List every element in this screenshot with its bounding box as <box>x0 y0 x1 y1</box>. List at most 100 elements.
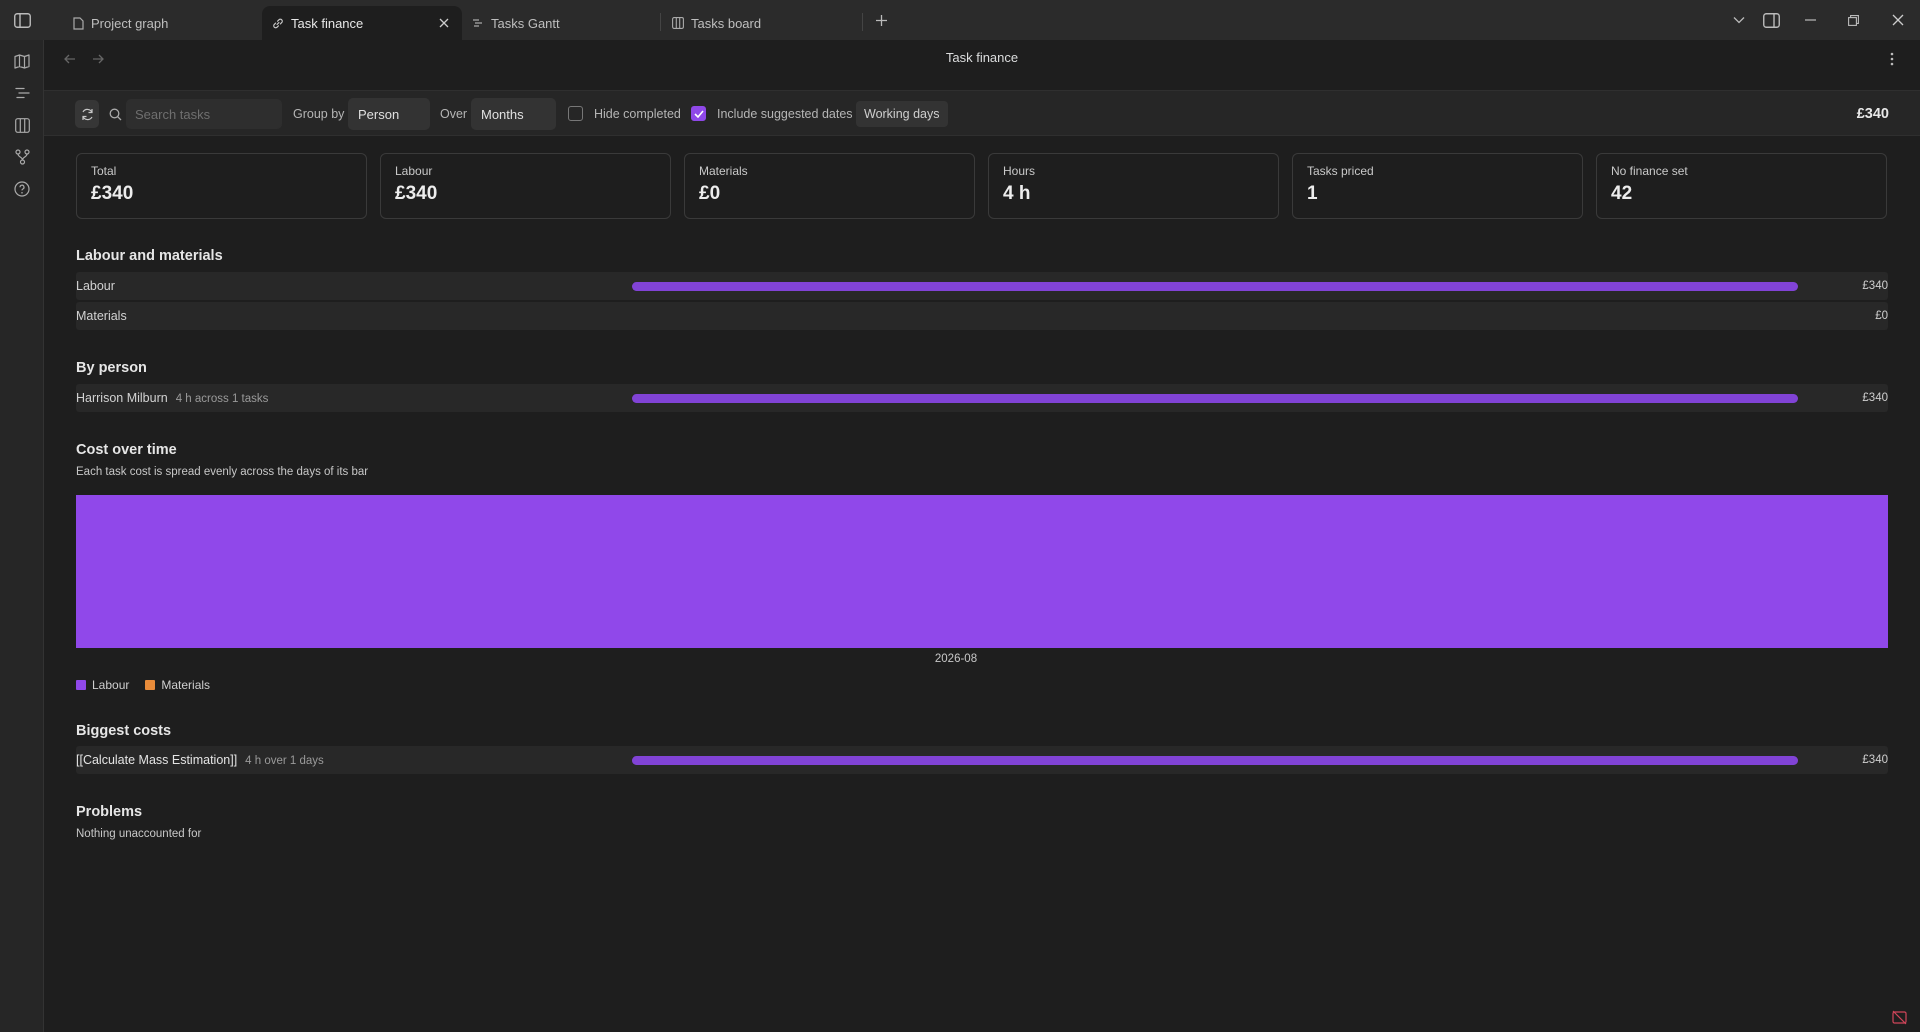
sync-off-icon[interactable] <box>1890 1008 1908 1026</box>
gantt-icon <box>472 17 484 29</box>
tab-label: Tasks board <box>691 15 762 31</box>
row-value: £340 <box>1862 280 1888 292</box>
bar-fill <box>632 394 1798 403</box>
board-icon <box>672 17 684 29</box>
help-icon[interactable] <box>11 178 33 200</box>
summary-card-labour: Labour £340 <box>380 153 671 219</box>
cost-over-time-chart <box>76 495 1888 648</box>
biggest-cost-row[interactable]: [[Calculate Mass Estimation]] 4 h over 1 … <box>76 746 1888 774</box>
view-title: Task finance <box>945 50 1019 65</box>
include-suggested-dates-label: Include suggested dates <box>717 107 853 121</box>
person-summary: 4 h across 1 tasks <box>175 393 269 405</box>
row-value: £340 <box>1862 392 1888 404</box>
chart-legend: Labour Materials <box>76 678 226 692</box>
bar-track <box>632 312 1798 321</box>
left-ribbon <box>0 40 44 1032</box>
row-value: £0 <box>1875 310 1888 322</box>
tab-task-finance[interactable]: Task finance <box>262 6 462 40</box>
legend-item-labour: Labour <box>76 678 129 692</box>
refresh-button[interactable] <box>75 100 99 128</box>
card-value: £340 <box>91 183 134 204</box>
card-value: £340 <box>395 183 438 204</box>
task-link[interactable]: [[Calculate Mass Estimation]] <box>76 753 237 767</box>
tab-separator <box>660 13 661 31</box>
sidebar-toggle-icon[interactable] <box>0 0 44 40</box>
more-options-icon[interactable] <box>1882 49 1902 69</box>
cost-over-time-note: Each task cost is spread evenly across t… <box>76 466 369 478</box>
bar-track <box>632 282 1798 291</box>
gantt-icon[interactable] <box>11 82 33 104</box>
hide-completed-label: Hide completed <box>594 107 681 121</box>
include-suggested-dates-checkbox[interactable] <box>691 106 706 121</box>
summary-card-hours: Hours 4 h <box>988 153 1279 219</box>
card-value: £0 <box>699 183 721 204</box>
tab-bar: Project graph Task finance Tasks Gantt T… <box>0 0 1920 40</box>
legend-label: Labour <box>92 678 130 692</box>
row-value: £340 <box>1862 754 1888 766</box>
card-label: Hours <box>1003 164 1036 178</box>
legend-swatch <box>145 680 156 690</box>
card-value: 4 h <box>1003 183 1031 204</box>
toolbar-total: £340 <box>1856 106 1889 122</box>
search-input[interactable] <box>126 99 282 129</box>
task-summary: 4 h over 1 days <box>245 755 324 767</box>
working-days-toggle[interactable]: Working days <box>856 101 948 127</box>
over-label: Over <box>440 107 468 121</box>
restore-icon[interactable] <box>1840 8 1866 32</box>
refresh-icon <box>81 108 93 120</box>
cost-bar-labour-2026-08 <box>76 495 1888 648</box>
finance-toolbar: Group by Person Over Months Hide complet… <box>44 90 1920 136</box>
section-title-problems: Problems <box>76 804 143 820</box>
card-label: Tasks priced <box>1307 164 1374 178</box>
new-tab-plus-icon[interactable] <box>871 10 891 30</box>
bar-fill <box>632 282 1798 291</box>
section-title-by-person: By person <box>76 360 147 376</box>
breakdown-row-materials: Materials £0 <box>76 302 1888 330</box>
row-label: Labour <box>76 279 115 293</box>
breakdown-row-labour: Labour £340 <box>76 272 1888 300</box>
problems-note: Nothing unaccounted for <box>76 828 202 840</box>
tab-list-chevron-down-icon[interactable] <box>1726 8 1752 32</box>
board-icon[interactable] <box>11 114 33 136</box>
tab-tasks-gantt[interactable]: Tasks Gantt <box>462 6 658 40</box>
view-header: Task finance <box>44 40 1920 76</box>
card-value: 1 <box>1307 183 1318 204</box>
hide-completed-checkbox[interactable] <box>568 106 583 121</box>
summary-card-materials: Materials £0 <box>684 153 975 219</box>
link-icon <box>272 17 284 29</box>
section-title-labour-materials: Labour and materials <box>76 248 223 264</box>
close-icon[interactable] <box>436 15 452 31</box>
legend-swatch <box>76 680 86 690</box>
tab-separator <box>862 13 863 31</box>
summary-card-no-finance-set: No finance set 42 <box>1596 153 1887 219</box>
tab-project-graph[interactable]: Project graph <box>62 6 258 40</box>
row-label: Harrison Milburn 4 h across 1 tasks <box>76 391 268 405</box>
over-select[interactable]: Months <box>471 98 556 130</box>
card-value: 42 <box>1611 183 1633 204</box>
minimize-icon[interactable] <box>1797 8 1823 32</box>
tab-label: Project graph <box>91 15 169 31</box>
right-sidebar-toggle-icon[interactable] <box>1758 8 1784 32</box>
map-icon[interactable] <box>11 50 33 72</box>
bar-track <box>632 756 1798 765</box>
git-fork-icon[interactable] <box>11 146 33 168</box>
tab-label: Tasks Gantt <box>491 15 560 31</box>
tab-label: Task finance <box>291 15 364 31</box>
person-row[interactable]: Harrison Milburn 4 h across 1 tasks £340 <box>76 384 1888 412</box>
tab-tasks-board[interactable]: Tasks board <box>662 6 858 40</box>
card-label: Materials <box>699 164 748 178</box>
legend-label: Materials <box>161 678 211 692</box>
person-name: Harrison Milburn <box>76 391 168 405</box>
card-label: No finance set <box>1611 164 1688 178</box>
close-window-icon[interactable] <box>1885 8 1911 32</box>
summary-card-total: Total £340 <box>76 153 367 219</box>
row-label: Materials <box>76 309 127 323</box>
checkmark-icon <box>693 109 704 118</box>
bar-track <box>632 394 1798 403</box>
section-title-cost-over-time: Cost over time <box>76 442 177 458</box>
summary-card-tasks-priced: Tasks priced 1 <box>1292 153 1583 219</box>
card-label: Labour <box>395 164 433 178</box>
row-label: [[Calculate Mass Estimation]] 4 h over 1 … <box>76 753 324 767</box>
group-by-select[interactable]: Person <box>348 98 430 130</box>
section-title-biggest-costs: Biggest costs <box>76 723 172 739</box>
